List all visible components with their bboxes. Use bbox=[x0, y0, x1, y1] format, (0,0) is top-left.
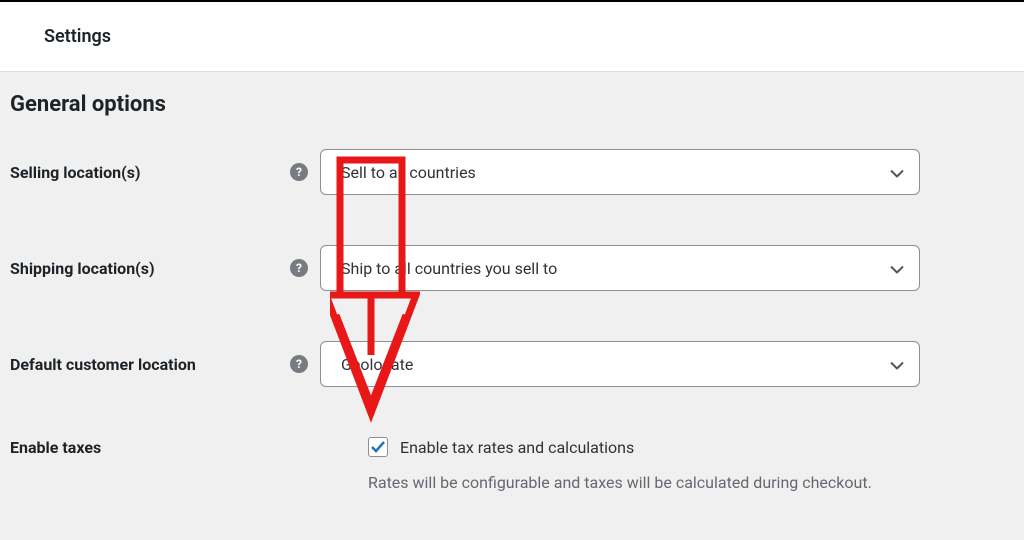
help-icon[interactable]: ? bbox=[290, 259, 308, 277]
section-heading: General options bbox=[10, 92, 1014, 117]
default-customer-location-select[interactable]: Geolocate bbox=[320, 341, 920, 387]
content-area: General options Selling location(s) ? Se… bbox=[0, 72, 1024, 512]
enable-taxes-label: Enable taxes bbox=[10, 438, 320, 457]
settings-header: Settings bbox=[0, 0, 1024, 72]
enable-taxes-checkbox[interactable] bbox=[368, 437, 388, 457]
default-customer-location-select-wrapper: Geolocate bbox=[320, 341, 920, 387]
default-customer-location-value: Geolocate bbox=[341, 355, 413, 374]
shipping-location-label-text: Shipping location(s) bbox=[10, 259, 155, 278]
default-customer-location-row: Default customer location ? Geolocate bbox=[10, 341, 1014, 387]
enable-taxes-help-text: Rates will be configurable and taxes wil… bbox=[368, 473, 1014, 492]
page-title: Settings bbox=[44, 26, 980, 47]
enable-taxes-label-text: Enable taxes bbox=[10, 438, 101, 457]
shipping-location-label: Shipping location(s) ? bbox=[10, 259, 320, 278]
selling-location-select[interactable]: Sell to all countries bbox=[320, 149, 920, 195]
help-icon[interactable]: ? bbox=[290, 355, 308, 373]
shipping-location-value: Ship to all countries you sell to bbox=[341, 259, 557, 278]
default-customer-location-label: Default customer location ? bbox=[10, 355, 320, 374]
checkmark-icon bbox=[371, 441, 385, 453]
selling-location-label: Selling location(s) ? bbox=[10, 163, 320, 182]
enable-taxes-row: Enable taxes Enable tax rates and calcul… bbox=[10, 437, 1014, 457]
help-icon[interactable]: ? bbox=[290, 163, 308, 181]
selling-location-value: Sell to all countries bbox=[341, 163, 476, 182]
shipping-location-row: Shipping location(s) ? Ship to all count… bbox=[10, 245, 1014, 291]
selling-location-row: Selling location(s) ? Sell to all countr… bbox=[10, 149, 1014, 195]
enable-taxes-checkbox-label: Enable tax rates and calculations bbox=[400, 438, 634, 457]
selling-location-select-wrapper: Sell to all countries bbox=[320, 149, 920, 195]
enable-taxes-checkbox-wrapper: Enable tax rates and calculations bbox=[368, 437, 634, 457]
shipping-location-select-wrapper: Ship to all countries you sell to bbox=[320, 245, 920, 291]
shipping-location-select[interactable]: Ship to all countries you sell to bbox=[320, 245, 920, 291]
selling-location-label-text: Selling location(s) bbox=[10, 163, 141, 182]
default-customer-location-label-text: Default customer location bbox=[10, 355, 196, 374]
